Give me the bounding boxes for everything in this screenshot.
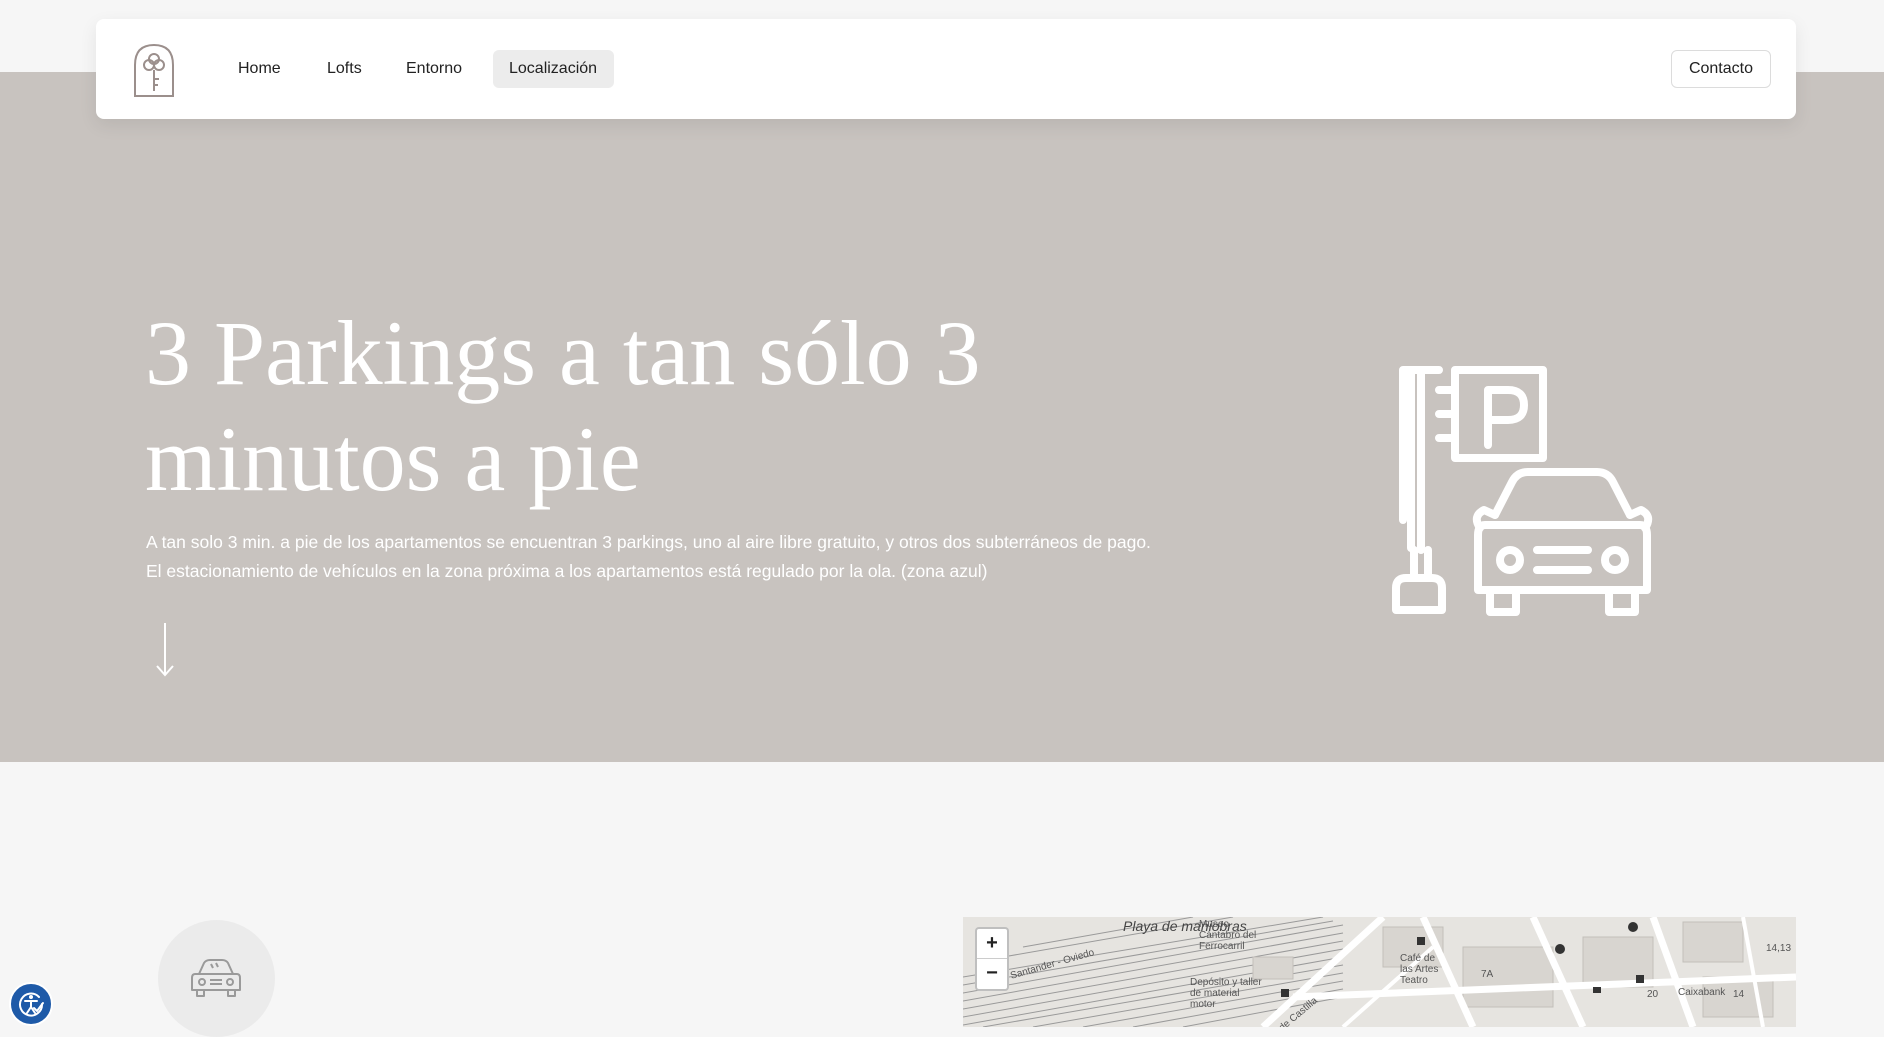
parking-sign-car-icon (1392, 366, 1653, 616)
map-label-deposito: Depósito y taller de material motor (1190, 977, 1262, 1010)
hero-description: A tan solo 3 min. a pie de los apartamen… (146, 532, 1151, 581)
contact-button[interactable]: Contacto (1670, 50, 1771, 88)
map-tiles[interactable] (963, 917, 1796, 1027)
map-label-7a: 7A (1481, 969, 1494, 980)
map-label-14: 14 (1733, 989, 1745, 1000)
map-zoom-control: + − (975, 927, 1009, 991)
map-label-cafe: Café de las Artes Teatro (1400, 953, 1439, 986)
map-label-museo: Museo Cántabro del Ferrocarril (1199, 919, 1257, 952)
map-label-20: 20 (1647, 989, 1659, 1000)
hero-title: 3 Parkings a tan sólo 3 minutos a pie (145, 302, 981, 510)
map-label-caixabank: Caixabank (1678, 987, 1726, 998)
map-label-1413: 14,13 (1766, 943, 1792, 954)
feature-circle (158, 920, 275, 1037)
nav-lofts[interactable]: Lofts (311, 50, 378, 88)
navbar: Home Lofts Entorno Localización Contacto (96, 19, 1796, 119)
arrow-down-icon[interactable] (152, 622, 178, 678)
logo-icon[interactable] (132, 43, 176, 97)
nav-entorno[interactable]: Entorno (390, 50, 478, 88)
map[interactable]: Playa de maniobras Museo Cántabro del Fe… (963, 917, 1796, 1027)
nav-localizacion[interactable]: Localización (493, 50, 614, 88)
accessibility-button[interactable] (9, 982, 53, 1026)
nav-home[interactable]: Home (222, 50, 297, 88)
car-icon (191, 959, 241, 997)
zoom-out-button[interactable]: − (977, 958, 1007, 988)
accessibility-icon (19, 992, 44, 1017)
zoom-in-button[interactable]: + (977, 929, 1007, 958)
hero-section: 3 Parkings a tan sólo 3 minutos a pie A … (0, 72, 1884, 762)
